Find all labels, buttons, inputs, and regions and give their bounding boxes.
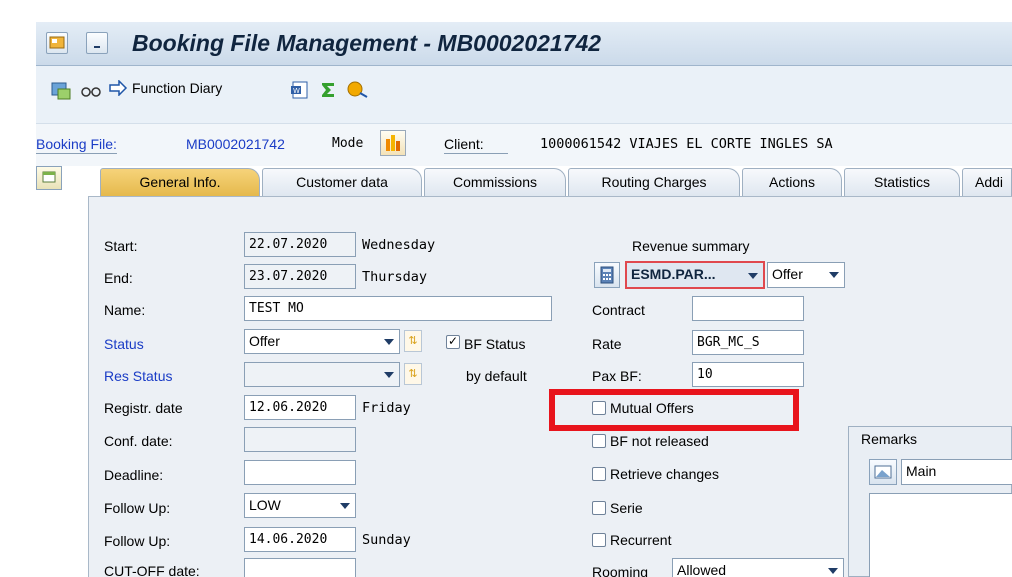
sum-icon[interactable]: [318, 80, 338, 103]
retrieve-changes-checkbox[interactable]: [592, 467, 606, 481]
registr-date-field[interactable]: 12.06.2020: [244, 395, 356, 420]
remarks-panel: Remarks Main: [848, 426, 1012, 577]
tab-general-info[interactable]: General Info.: [100, 168, 260, 196]
chevron-down-icon: [829, 272, 839, 278]
client-label: Client:: [444, 136, 508, 154]
conf-date-label: Conf. date:: [104, 433, 173, 449]
overview-icon[interactable]: [50, 80, 72, 105]
recurrent-label: Recurrent: [610, 532, 672, 548]
rate-field[interactable]: BGR_MC_S: [692, 330, 804, 355]
bf-not-released-label: BF not released: [610, 433, 709, 449]
revenue-select-value: ESMD.PAR...: [631, 266, 716, 282]
tab-additional[interactable]: Addi: [962, 168, 1012, 196]
title-bar: Booking File Management - MB0002021742: [36, 22, 1012, 66]
function-diary-label: Function Diary: [132, 80, 223, 96]
menu-toggle-icon[interactable]: [86, 32, 108, 54]
follow-up-date-field[interactable]: 14.06.2020: [244, 527, 356, 552]
coin-icon[interactable]: [346, 79, 370, 104]
deadline-field[interactable]: [244, 460, 356, 485]
res-status-help-icon[interactable]: ⇅: [404, 363, 422, 385]
revenue-select[interactable]: ESMD.PAR...: [625, 261, 765, 289]
by-default-label: by default: [466, 368, 527, 384]
registr-weekday: Friday: [362, 400, 411, 416]
page-title: Booking File Management - MB0002021742: [132, 30, 602, 56]
status-select[interactable]: Offer: [244, 329, 400, 354]
revenue-type-select[interactable]: Offer: [767, 262, 845, 288]
header-area: [36, 124, 1012, 166]
glasses-icon[interactable]: [80, 81, 102, 104]
system-menu-icon[interactable]: [46, 32, 68, 54]
application-toolbar: Function Diary W: [36, 66, 1012, 124]
status-help-icon[interactable]: ⇅: [404, 330, 422, 352]
bf-status-label: BF Status: [464, 336, 526, 352]
revenue-summary-label: Revenue summary: [632, 238, 750, 254]
chevron-down-icon: [828, 568, 838, 574]
remarks-textarea[interactable]: [869, 493, 1012, 577]
name-field[interactable]: TEST MO: [244, 296, 552, 321]
res-status-select[interactable]: [244, 362, 400, 387]
bf-not-released-checkbox[interactable]: [592, 434, 606, 448]
arrow-right-icon: [109, 80, 128, 96]
end-weekday: Thursday: [362, 269, 428, 285]
start-date-field: 22.07.2020: [244, 232, 356, 257]
start-label: Start:: [104, 238, 138, 254]
remarks-select[interactable]: Main: [901, 459, 1012, 485]
pax-bf-label: Pax BF:: [592, 368, 642, 384]
word-document-icon[interactable]: W: [290, 80, 310, 103]
tab-commissions[interactable]: Commissions: [424, 168, 566, 196]
tab-statistics[interactable]: Statistics: [844, 168, 960, 196]
mode-label: Mode: [332, 136, 364, 151]
follow-up-label: Follow Up:: [104, 500, 171, 516]
serie-label: Serie: [610, 500, 643, 516]
cutoff-date-label: CUT-OFF date:: [104, 563, 200, 577]
contract-label: Contract: [592, 302, 645, 318]
highlight-box: [549, 389, 799, 431]
deadline-label: Deadline:: [104, 467, 164, 483]
rooming-select-value: Allowed: [677, 562, 727, 577]
booking-file-label: Booking File:: [36, 136, 117, 154]
chevron-down-icon: [340, 503, 350, 509]
status-select-value: Offer: [249, 333, 280, 349]
remarks-select-value: Main: [906, 463, 937, 479]
end-date-field: 23.07.2020: [244, 264, 356, 289]
retrieve-changes-label: Retrieve changes: [610, 466, 719, 482]
start-weekday: Wednesday: [362, 237, 436, 253]
serie-checkbox[interactable]: [592, 501, 606, 515]
chevron-down-icon: [384, 339, 394, 345]
bf-status-checkbox[interactable]: ✓: [446, 335, 460, 349]
follow-up-select[interactable]: LOW: [244, 493, 356, 518]
function-diary-button[interactable]: Function Diary: [108, 80, 222, 96]
client-value: 1000061542 VIAJES EL CORTE INGLES SA: [540, 136, 833, 152]
expand-header-icon[interactable]: [36, 166, 62, 190]
conf-date-field: [244, 427, 356, 452]
tab-actions[interactable]: Actions: [742, 168, 842, 196]
recurrent-checkbox[interactable]: [592, 533, 606, 547]
contract-field[interactable]: [692, 296, 804, 321]
follow-up-weekday: Sunday: [362, 532, 411, 548]
booking-file-value[interactable]: MB0002021742: [186, 136, 285, 152]
rooming-label: Rooming: [592, 564, 649, 577]
remarks-image-icon[interactable]: [869, 459, 897, 485]
end-label: End:: [104, 270, 133, 286]
tab-customer-data[interactable]: Customer data: [262, 168, 422, 196]
rate-label: Rate: [592, 336, 622, 352]
chevron-down-icon: [748, 273, 758, 279]
follow-up-date-label: Follow Up:: [104, 533, 171, 549]
svg-text:W: W: [293, 87, 300, 95]
follow-up-select-value: LOW: [249, 497, 281, 513]
revenue-type-value: Offer: [772, 266, 803, 282]
res-status-label[interactable]: Res Status: [104, 368, 172, 384]
remarks-title: Remarks: [861, 431, 918, 447]
tab-routing-charges[interactable]: Routing Charges: [568, 168, 740, 196]
rooming-select[interactable]: Allowed: [672, 558, 844, 577]
mode-chart-icon[interactable]: [380, 130, 406, 156]
pax-bf-field[interactable]: 10: [692, 362, 804, 387]
cutoff-date-field[interactable]: [244, 558, 356, 577]
registr-date-label: Registr. date: [104, 400, 183, 416]
status-label[interactable]: Status: [104, 336, 144, 352]
name-label: Name:: [104, 302, 146, 318]
chevron-down-icon: [384, 372, 394, 378]
calculator-icon[interactable]: [594, 262, 620, 288]
